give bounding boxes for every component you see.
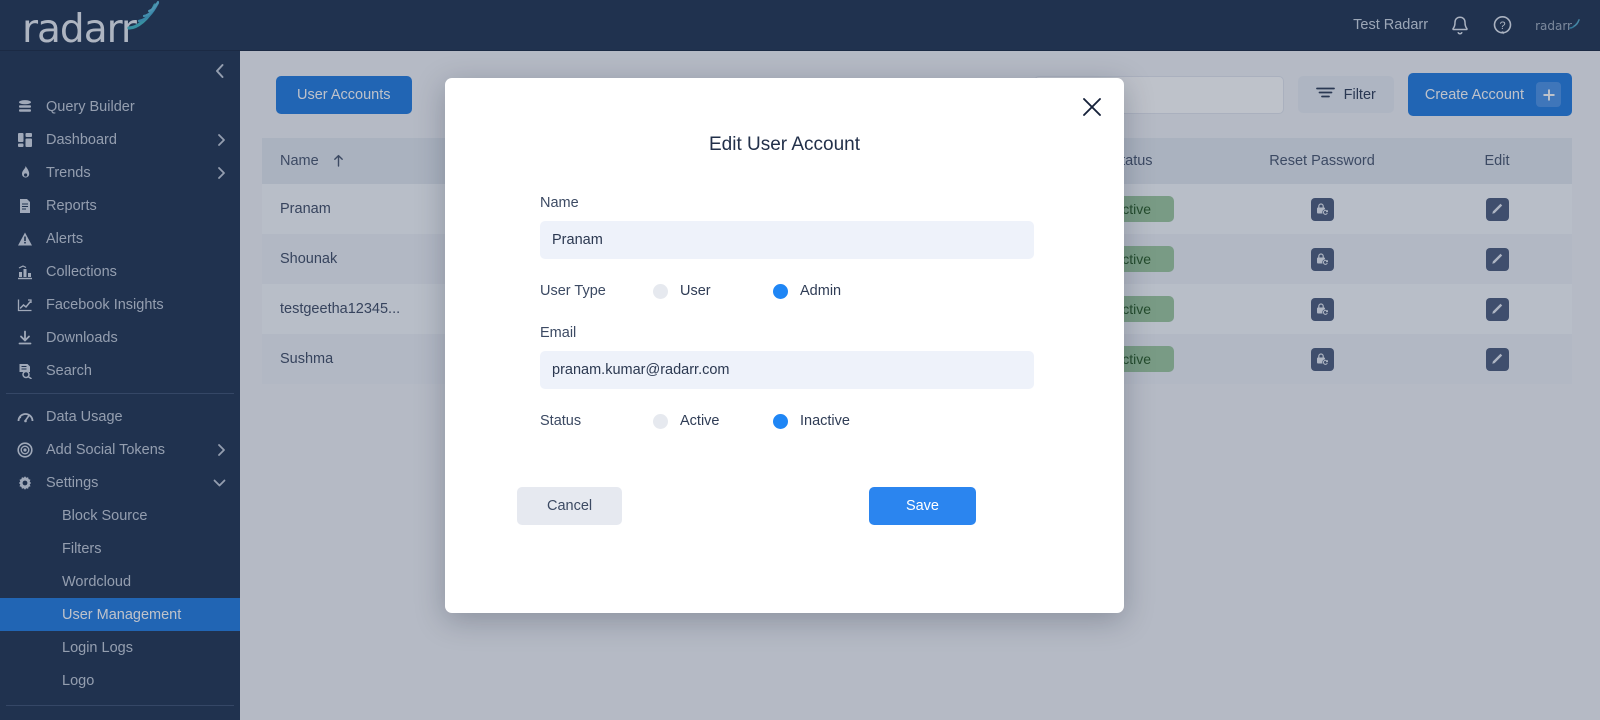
email-field-group: Email	[540, 325, 1034, 389]
user-type-option-label: User	[680, 283, 711, 299]
status-option-inactive[interactable]: Inactive	[773, 413, 893, 429]
user-type-option-label: Admin	[800, 283, 842, 299]
name-input[interactable]	[540, 221, 1034, 259]
user-type-option-admin[interactable]: Admin	[773, 283, 893, 299]
status-option-label: Active	[680, 413, 720, 429]
status-row: Status Active Inactive	[540, 413, 1029, 429]
close-icon[interactable]	[1078, 93, 1106, 121]
name-label: Name	[540, 195, 579, 211]
user-type-row: User Type User Admin	[540, 283, 1029, 299]
cancel-button[interactable]: Cancel	[517, 487, 623, 525]
user-type-option-user[interactable]: User	[653, 283, 773, 299]
status-option-label: Inactive	[800, 413, 850, 429]
name-field-group: Name	[540, 195, 1034, 259]
radio-icon	[653, 283, 668, 299]
radio-icon-selected	[773, 283, 788, 299]
modal-body: Name User Type User Admin Email	[445, 156, 1124, 429]
modal-title: Edit User Account	[708, 134, 861, 155]
user-type-label: User Type	[540, 283, 606, 299]
status-label: Status	[540, 413, 582, 429]
email-input[interactable]	[540, 351, 1034, 389]
email-label: Email	[540, 325, 577, 341]
radio-icon	[653, 413, 668, 429]
save-button[interactable]: Save	[868, 487, 976, 525]
status-option-active[interactable]: Active	[653, 413, 773, 429]
edit-user-account-modal: Edit User Account Name User Type User Ad…	[445, 78, 1124, 613]
app-root: radarr Test Radarr ? radarr Query Builde…	[0, 0, 1600, 720]
modal-actions: Cancel Save	[445, 429, 1124, 525]
radio-icon-selected	[773, 413, 788, 429]
